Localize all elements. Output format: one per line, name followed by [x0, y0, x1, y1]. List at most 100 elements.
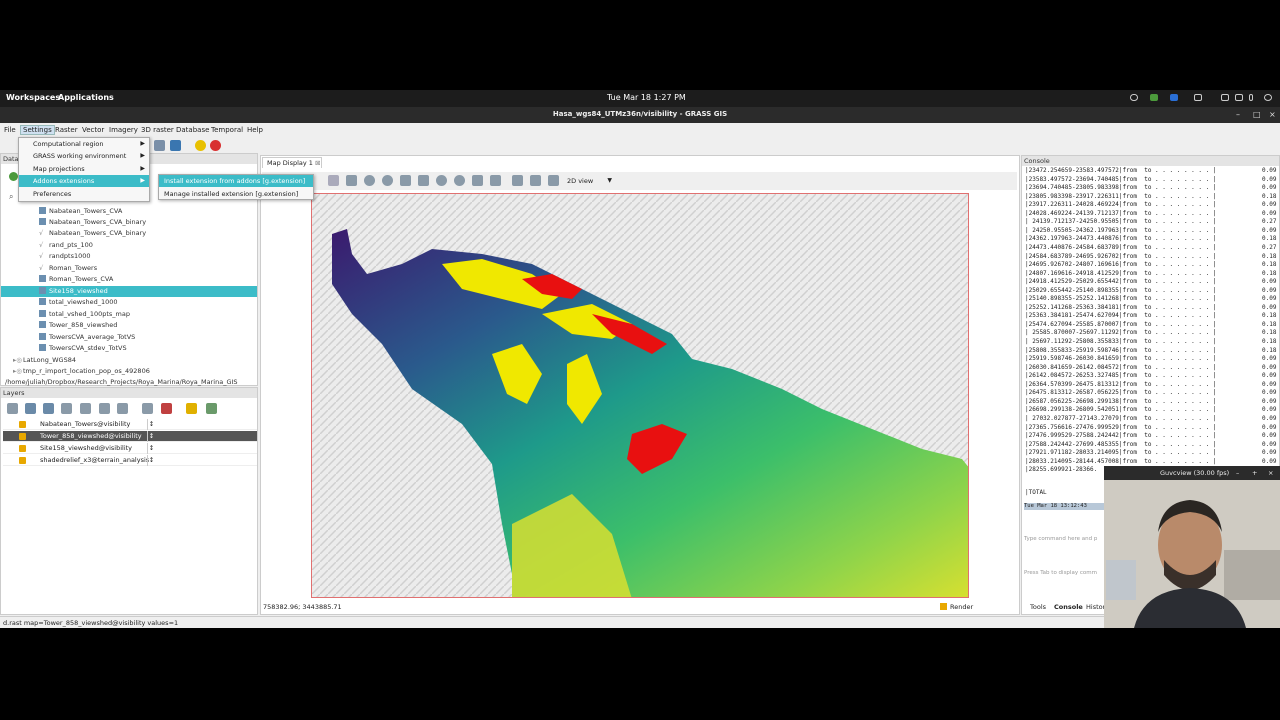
- tab-console[interactable]: Console: [1054, 603, 1083, 611]
- tab-close-icon[interactable]: ⊠: [315, 159, 320, 167]
- layer-row[interactable]: Site158_viewshed@visibility ↕: [3, 443, 257, 454]
- add-vector-icon[interactable]: [61, 403, 72, 414]
- zoom-out-icon[interactable]: [382, 175, 393, 186]
- menu-database[interactable]: Database: [176, 126, 209, 134]
- menu-raster[interactable]: Raster: [55, 126, 78, 134]
- tree-item[interactable]: total_vshed_100pts_map: [39, 309, 130, 320]
- applications-button[interactable]: Applications: [58, 93, 114, 102]
- tree-item[interactable]: TowersCVA_average_TotVS: [39, 332, 135, 343]
- zoom-extent-icon[interactable]: [400, 175, 411, 186]
- tree-item-selected[interactable]: Site158_viewshed: [39, 286, 108, 297]
- map-overlay-icon[interactable]: [512, 175, 523, 186]
- workspaces-button[interactable]: Workspaces: [6, 93, 60, 102]
- close-icon[interactable]: ×: [1269, 110, 1276, 119]
- add-misc-icon[interactable]: [142, 403, 153, 414]
- tab-tools[interactable]: Tools: [1030, 603, 1046, 611]
- delete-layer-icon[interactable]: [161, 403, 172, 414]
- microphone-icon[interactable]: [1249, 94, 1253, 101]
- tree-location[interactable]: ▸◎LatLong_WGS84: [13, 355, 76, 366]
- add-multiple-vector-icon[interactable]: [80, 403, 91, 414]
- map-canvas[interactable]: [311, 193, 969, 598]
- close-icon[interactable]: ×: [1268, 466, 1273, 480]
- grass-icon[interactable]: [9, 172, 18, 181]
- attribute-table-icon[interactable]: [206, 403, 217, 414]
- menu-temporal[interactable]: Temporal: [211, 126, 243, 134]
- add-multiple-raster-icon[interactable]: [43, 403, 54, 414]
- search-icon[interactable]: ⌕: [9, 192, 13, 202]
- render-checkbox[interactable]: [940, 603, 947, 610]
- console-line: | 24139.712137-24250.95505|from to . . .…: [1025, 218, 1217, 226]
- pointer-icon[interactable]: [328, 175, 339, 186]
- layer-opacity[interactable]: ↕: [147, 455, 155, 466]
- clock[interactable]: Tue Mar 18 1:27 PM: [607, 93, 686, 102]
- zoom-back-icon[interactable]: [436, 175, 447, 186]
- menu-3d-raster[interactable]: 3D raster: [141, 126, 174, 134]
- view-mode-select[interactable]: 2D view ▼: [564, 175, 616, 187]
- layer-checkbox[interactable]: [19, 433, 26, 440]
- display-icon[interactable]: [1221, 94, 1229, 101]
- menu-help[interactable]: Help: [247, 126, 263, 134]
- layout-icon[interactable]: [154, 140, 165, 151]
- command-input[interactable]: Type command here and p: [1024, 536, 1104, 542]
- menu-item-addons-extensions[interactable]: Addons extensions ▶: [19, 175, 149, 187]
- add-raster-icon[interactable]: [25, 403, 36, 414]
- zoom-menu-icon[interactable]: [454, 175, 465, 186]
- layer-row-selected[interactable]: Tower_858_viewshed@visibility ↕: [3, 431, 257, 442]
- add-map-icon[interactable]: [7, 403, 18, 414]
- save-image-icon[interactable]: [530, 175, 541, 186]
- python-icon[interactable]: [170, 140, 181, 151]
- settings-icon[interactable]: [195, 140, 206, 151]
- menu-item-install-extension[interactable]: Install extension from addons [g.extensi…: [159, 175, 313, 187]
- volume-icon[interactable]: [1235, 94, 1243, 101]
- tree-item[interactable]: TowersCVA_stdev_TotVS: [39, 343, 127, 354]
- menu-file[interactable]: File: [4, 126, 16, 134]
- tree-item[interactable]: Roman_Towers_CVA: [39, 274, 113, 285]
- maximize-icon[interactable]: +: [1252, 466, 1257, 480]
- discord-icon[interactable]: [1194, 94, 1202, 101]
- eye-icon[interactable]: [1130, 94, 1138, 101]
- menu-vector[interactable]: Vector: [82, 126, 104, 134]
- maximize-icon[interactable]: □: [1253, 110, 1261, 119]
- tab-map-display[interactable]: Map Display 1 ⊠: [262, 157, 322, 168]
- menu-item-computational-region[interactable]: Computational region ▶: [19, 138, 149, 150]
- menu-item-map-projections[interactable]: Map projections ▶: [19, 163, 149, 175]
- menu-item-manage-extensions[interactable]: Manage installed extension [g.extension]: [159, 188, 313, 200]
- app-indicator-icon[interactable]: [1150, 94, 1158, 101]
- menu-imagery[interactable]: Imagery: [109, 126, 138, 134]
- layer-row[interactable]: shadedrelief_x3@terrain_analysis ↕: [3, 455, 257, 466]
- layer-row[interactable]: Nabatean_Towers@visibility ↕: [3, 419, 257, 430]
- minimize-icon[interactable]: –: [1236, 110, 1240, 119]
- tab-history[interactable]: Histor: [1086, 603, 1105, 611]
- tree-item[interactable]: Nabatean_Towers_CVA_binary: [39, 217, 146, 228]
- tree-item[interactable]: Tower_858_viewshed: [39, 320, 117, 331]
- print-icon[interactable]: [548, 175, 559, 186]
- menu-settings[interactable]: Settings: [20, 125, 55, 135]
- layer-checkbox[interactable]: [19, 445, 26, 452]
- tree-item[interactable]: √ rand_pts_100: [39, 240, 93, 251]
- pan-icon[interactable]: [346, 175, 357, 186]
- tree-location[interactable]: ▸◎tmp_r_import_location_pop_os_492806: [13, 366, 150, 377]
- menu-item-preferences[interactable]: Preferences: [19, 188, 149, 200]
- dropbox-icon[interactable]: [1170, 94, 1178, 101]
- power-icon[interactable]: [1264, 94, 1272, 101]
- layer-opacity[interactable]: ↕: [147, 431, 155, 442]
- menu-item-grass-working-environment[interactable]: GRASS working environment ▶: [19, 150, 149, 162]
- edit-icon[interactable]: [186, 403, 197, 414]
- zoom-region-icon[interactable]: [418, 175, 429, 186]
- layer-checkbox[interactable]: [19, 457, 26, 464]
- help-icon[interactable]: [210, 140, 221, 151]
- tree-item[interactable]: √ Nabatean_Towers_CVA_binary: [39, 228, 146, 239]
- tree-item[interactable]: total_viewshed_1000: [39, 297, 118, 308]
- minimize-icon[interactable]: –: [1236, 466, 1239, 480]
- tree-item[interactable]: Nabatean_Towers_CVA: [39, 206, 122, 217]
- tree-item[interactable]: √ randpts1000: [39, 251, 91, 262]
- layer-checkbox[interactable]: [19, 421, 26, 428]
- layer-opacity[interactable]: ↕: [147, 443, 155, 454]
- tree-item[interactable]: √ Roman_Towers: [39, 263, 97, 274]
- zoom-in-icon[interactable]: [364, 175, 375, 186]
- measure-icon[interactable]: [490, 175, 501, 186]
- add-group-icon[interactable]: [117, 403, 128, 414]
- add-overlay-icon[interactable]: [99, 403, 110, 414]
- layer-opacity[interactable]: ↕: [147, 419, 155, 430]
- query-icon[interactable]: [472, 175, 483, 186]
